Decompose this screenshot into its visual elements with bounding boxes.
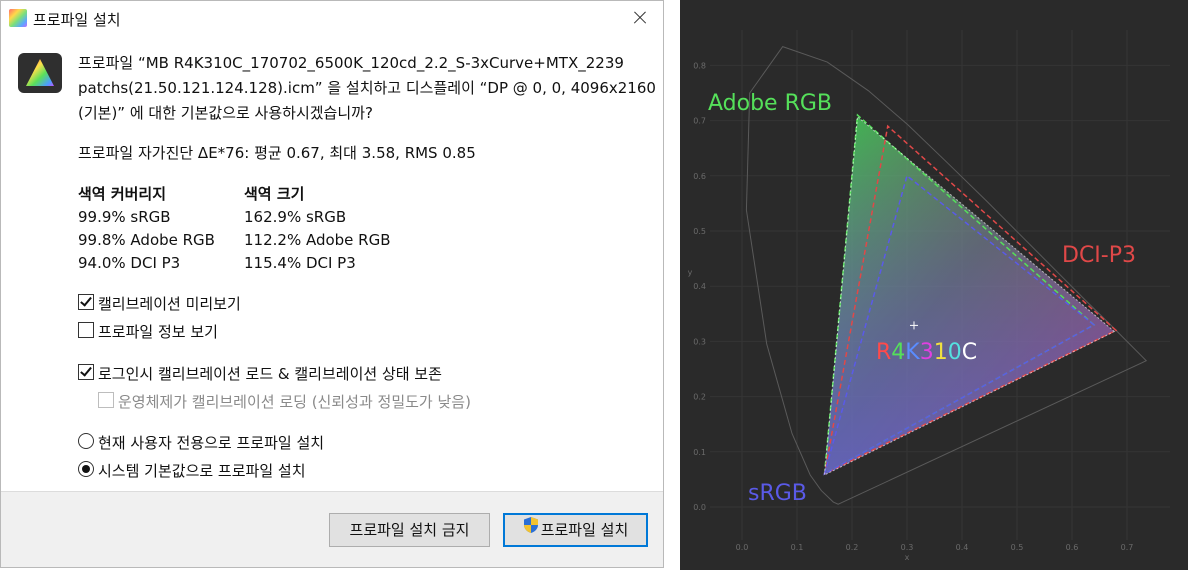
checkbox-unchecked[interactable] xyxy=(78,322,94,338)
gamut-label-adobe-rgb: Adobe RGB xyxy=(708,91,832,116)
profile-triangle-icon xyxy=(18,53,62,93)
y-tick-label: 0.6 xyxy=(693,172,706,181)
monitor-label-char: C xyxy=(962,340,977,365)
title-bar: 프로파일 설치 xyxy=(1,1,663,35)
monitor-label-char: 3 xyxy=(920,340,934,365)
y-tick-label: 0.8 xyxy=(693,61,706,70)
checkbox-checked[interactable] xyxy=(78,294,94,310)
y-tick-label: 0.5 xyxy=(693,227,706,236)
monitor-label-char: K xyxy=(905,340,920,365)
gamut-coverage-value: 99.8% Adobe RGB xyxy=(78,231,215,249)
y-tick-label: 0.7 xyxy=(693,117,706,126)
install-button-label: 프로파일 설치 xyxy=(540,521,629,539)
checkbox-label: 운영체제가 캘리브레이션 로딩 (신뢰성과 정밀도가 낮음) xyxy=(118,393,471,411)
x-tick-label: 0.5 xyxy=(1011,543,1024,552)
monitor-label-char: R xyxy=(876,340,891,365)
install-profile-dialog: 프로파일 설치 프로파일 “MB R4K310C_170702_6500K_12… xyxy=(0,0,664,568)
app-icon xyxy=(9,9,27,27)
monitor-label-char: 0 xyxy=(948,340,962,365)
gamut-coverage-value: 99.9% sRGB xyxy=(78,208,171,226)
monitor-label-char: 1 xyxy=(934,340,948,365)
y-tick-label: 0.1 xyxy=(693,448,706,457)
monitor-gamut-fill-blue xyxy=(824,116,1115,475)
x-tick-label: 0.0 xyxy=(736,543,749,552)
monitor-label-char: 4 xyxy=(891,340,905,365)
dialog-footer: 프로파일 설치 금지 프로파일 설치 xyxy=(1,491,663,567)
message-line: 프로파일 “MB R4K310C_170702_6500K_120cd_2.2_… xyxy=(78,54,624,72)
self-check-result: 프로파일 자가진단 ΔE*76: 평균 0.67, 최대 3.58, RMS 0… xyxy=(78,144,476,162)
x-tick-label: 0.6 xyxy=(1066,543,1079,552)
install-profile-button[interactable]: 프로파일 설치 xyxy=(503,513,648,547)
x-tick-label: 0.2 xyxy=(846,543,859,552)
x-tick-label: 0.3 xyxy=(901,543,914,552)
uac-shield-icon xyxy=(523,514,539,544)
y-axis-label: y xyxy=(688,268,693,277)
gamut-label-dci-p3: DCI-P3 xyxy=(1062,243,1136,268)
gamut-volume-value: 112.2% Adobe RGB xyxy=(244,231,391,249)
gamut-coverage-column: 색역 커버리지 99.9% sRGB 99.8% Adobe RGB 94.0%… xyxy=(78,183,215,275)
checkbox-label: 프로파일 정보 보기 xyxy=(98,323,218,341)
x-tick-label: 0.1 xyxy=(791,543,804,552)
message-line: patchs(21.50.121.124.128).icm” 을 설치하고 디스… xyxy=(78,79,656,97)
checkbox-disabled xyxy=(98,392,114,408)
gamut-coverage-value: 94.0% DCI P3 xyxy=(78,254,181,272)
close-icon[interactable] xyxy=(619,1,659,35)
checkbox-label: 캘리브레이션 미리보기 xyxy=(98,295,241,313)
y-tick-label: 0.3 xyxy=(693,337,706,346)
message-line: (기본)” 에 대한 기본값으로 사용하시겠습니까? xyxy=(78,104,373,122)
chromaticity-diagram: 0.0 0.1 0.2 0.3 0.4 0.5 0.6 0.7 0.0 0.1 0.2 0.3 0.4 0… xyxy=(680,0,1188,570)
gamut-volume-value: 162.9% sRGB xyxy=(244,208,347,226)
gamut-label-srgb: sRGB xyxy=(748,481,807,506)
radio-label: 시스템 기본값으로 프로파일 설치 xyxy=(98,462,306,480)
y-tick-label: 0.2 xyxy=(693,393,706,402)
x-tick-label: 0.4 xyxy=(956,543,969,552)
radio-unselected[interactable] xyxy=(78,433,94,449)
x-axis-label: x xyxy=(905,553,910,562)
y-tick-label: 0.0 xyxy=(693,503,706,512)
monitor-gamut-label: R4K310C xyxy=(876,340,977,365)
install-question: 프로파일 “MB R4K310C_170702_6500K_120cd_2.2_… xyxy=(78,51,658,126)
radio-selected[interactable] xyxy=(78,461,94,477)
gamut-coverage-header: 색역 커버리지 xyxy=(78,185,167,203)
gamut-volume-column: 색역 크기 162.9% sRGB 112.2% Adobe RGB 115.4… xyxy=(244,183,391,275)
dialog-title: 프로파일 설치 xyxy=(33,11,121,29)
checkbox-label: 로그인시 캘리브레이션 로드 & 캘리브레이션 상태 보존 xyxy=(98,365,442,383)
gamut-volume-value: 115.4% DCI P3 xyxy=(244,254,356,272)
x-tick-label: 0.7 xyxy=(1121,543,1134,552)
cie-chart-svg: 0.0 0.1 0.2 0.3 0.4 0.5 0.6 0.7 0.0 0.1 0.2 0.3 0.4 0… xyxy=(688,30,1170,562)
y-tick-label: 0.4 xyxy=(693,282,706,291)
gamut-volume-header: 색역 크기 xyxy=(244,185,305,203)
checkbox-checked[interactable] xyxy=(78,364,94,380)
radio-label: 현재 사용자 전용으로 프로파일 설치 xyxy=(98,434,325,452)
dont-install-button[interactable]: 프로파일 설치 금지 xyxy=(329,513,490,547)
